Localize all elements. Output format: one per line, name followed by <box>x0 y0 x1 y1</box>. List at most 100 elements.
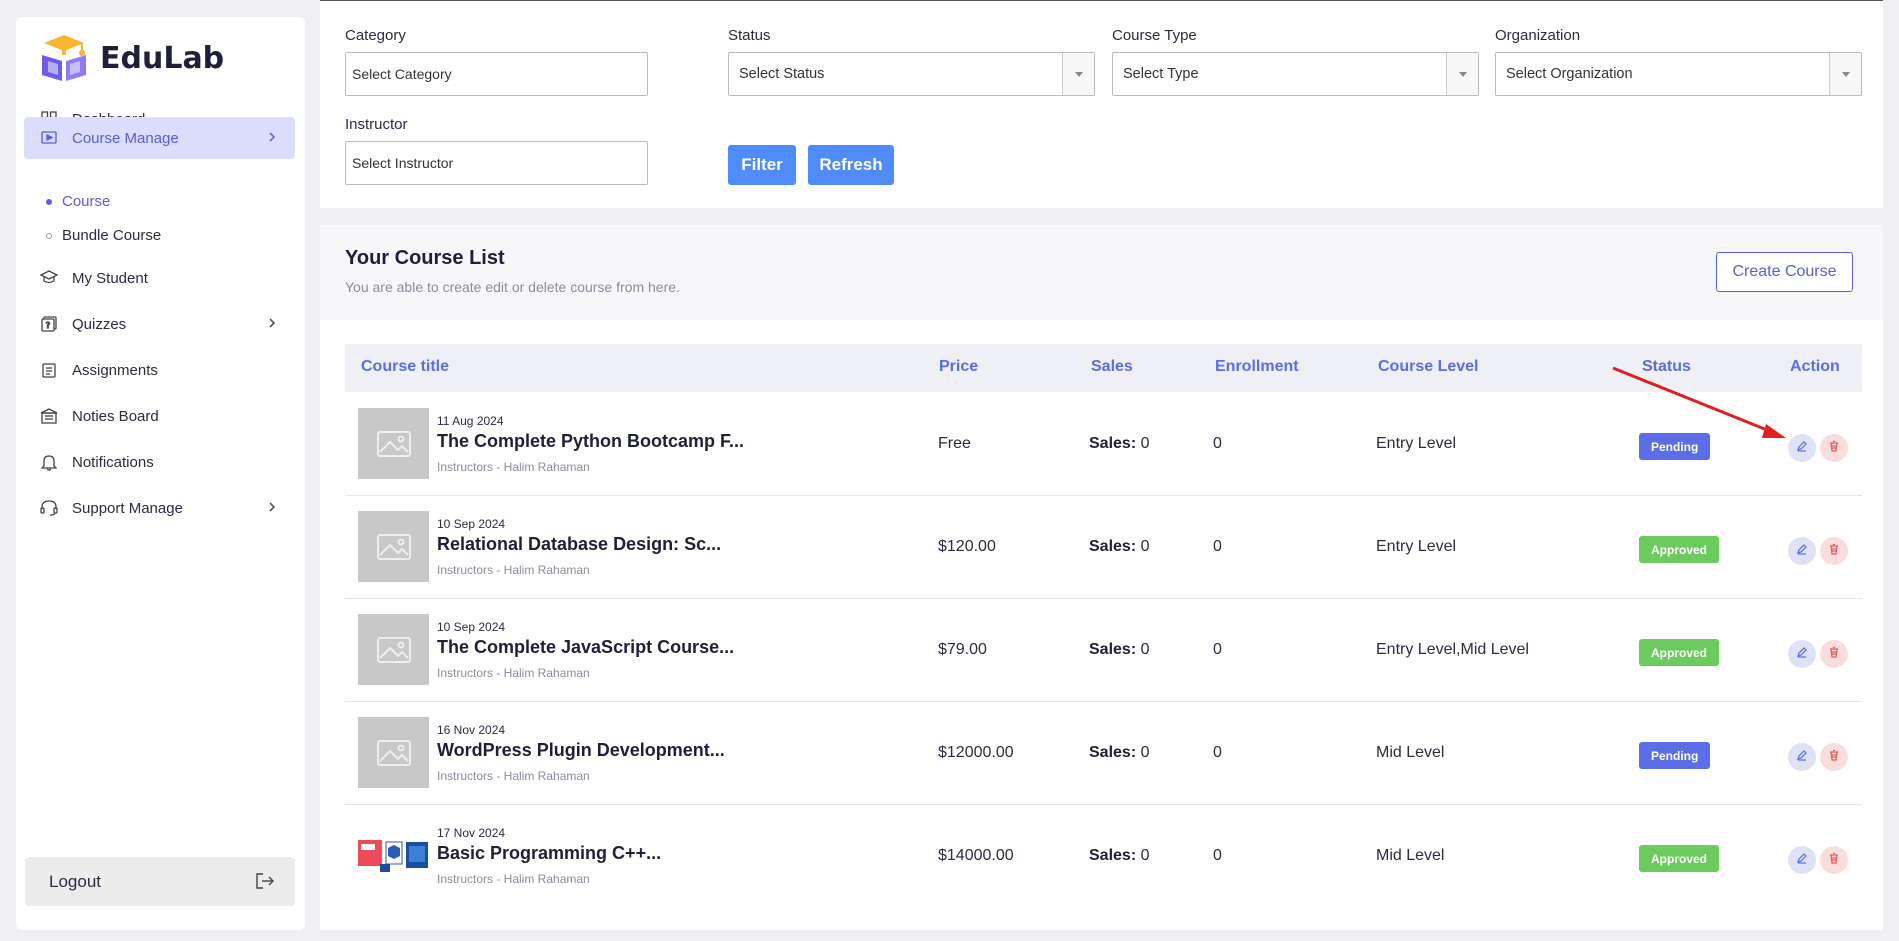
sidebar-item-support-manage[interactable]: Support Manage <box>24 487 295 529</box>
course-title-link[interactable]: The Complete JavaScript Course... <box>437 637 734 658</box>
course-title-link[interactable]: WordPress Plugin Development... <box>437 740 725 761</box>
course-date: 17 Nov 2024 <box>437 826 506 840</box>
course-list-subtitle: You are able to create edit or delete co… <box>345 279 680 295</box>
edit-pencil-icon <box>1796 439 1808 457</box>
sidebar-item-my-student[interactable]: My Student <box>24 257 295 299</box>
edit-pencil-icon <box>1796 851 1808 869</box>
course-list-panel: Your Course List You are able to create … <box>320 225 1883 930</box>
trash-icon <box>1828 645 1840 663</box>
edit-pencil-icon <box>1796 542 1808 560</box>
course-list-title: Your Course List <box>345 247 505 269</box>
sidebar-item-noties-board[interactable]: Noties Board <box>24 395 295 437</box>
sidebar-item-assignments[interactable]: Assignments <box>24 349 295 391</box>
status-select-value: Select Status <box>739 66 825 82</box>
course-level: Entry Level,Mid Level <box>1376 641 1529 658</box>
course-type-select-value: Select Type <box>1123 66 1199 82</box>
column-header-price[interactable]: Price <box>939 358 978 376</box>
course-type-label: Course Type <box>1112 27 1197 44</box>
edit-button[interactable] <box>1788 537 1816 565</box>
course-level: Mid Level <box>1376 744 1445 761</box>
bell-icon <box>40 453 58 471</box>
course-thumbnail-image-icon[interactable] <box>358 717 429 788</box>
status-select[interactable]: Select Status <box>728 52 1095 96</box>
headset-icon <box>40 499 58 517</box>
course-enrollment: 0 <box>1213 641 1222 658</box>
edit-button[interactable] <box>1788 743 1816 771</box>
brand[interactable]: EduLab <box>38 33 224 83</box>
sidebar-item-course-manage[interactable]: Course Manage <box>24 117 295 159</box>
course-thumbnail-image-icon[interactable] <box>358 511 429 582</box>
cpp-course-thumbnail-icon[interactable] <box>358 820 429 891</box>
table-row: 17 Nov 2024 Basic Programming C++... Ins… <box>345 805 1862 908</box>
logout-button[interactable]: Logout <box>25 857 295 906</box>
course-instructor: Instructors - Halim Rahaman <box>437 872 590 886</box>
organization-select-value: Select Organization <box>1506 66 1633 82</box>
course-enrollment: 0 <box>1213 847 1222 864</box>
sidebar-subitem-label: Bundle Course <box>62 227 162 244</box>
course-instructor: Instructors - Halim Rahaman <box>437 460 590 474</box>
course-price: $12000.00 <box>938 744 1014 761</box>
column-header-status[interactable]: Status <box>1642 358 1691 376</box>
sidebar-item-notifications[interactable]: Notifications <box>24 441 295 483</box>
course-enrollment: 0 <box>1213 538 1222 555</box>
sales-value: 0 <box>1140 847 1150 864</box>
refresh-button[interactable]: Refresh <box>808 145 894 185</box>
course-price: $120.00 <box>938 538 996 555</box>
sales-prefix: Sales: <box>1089 847 1137 864</box>
sidebar-subitem-bundle-course[interactable]: Bundle Course <box>46 227 161 244</box>
category-label: Category <box>345 27 406 44</box>
edit-pencil-icon <box>1796 645 1808 663</box>
delete-button[interactable] <box>1820 743 1848 771</box>
logout-label: Logout <box>49 871 101 891</box>
sidebar-subitem-course[interactable]: Course <box>46 193 110 210</box>
course-thumbnail-image-icon[interactable] <box>358 614 429 685</box>
edit-button[interactable] <box>1788 846 1816 874</box>
course-sales: Sales: 0 <box>1089 847 1150 865</box>
course-title-link[interactable]: The Complete Python Bootcamp F... <box>437 431 744 452</box>
create-course-button[interactable]: Create Course <box>1716 252 1853 292</box>
column-header-course-title[interactable]: Course title <box>361 358 449 376</box>
caret-down-icon <box>1446 53 1478 95</box>
edulab-logo-icon <box>38 33 90 83</box>
chevron-right-icon <box>267 316 277 333</box>
sidebar-item-label: Support Manage <box>72 499 183 517</box>
course-thumbnail-image-icon[interactable] <box>358 408 429 479</box>
filter-panel: Category Select Category Status Select S… <box>320 0 1883 208</box>
sales-value: 0 <box>1140 538 1150 555</box>
course-instructor: Instructors - Halim Rahaman <box>437 563 590 577</box>
sidebar-item-quizzes[interactable]: ? Quizzes <box>24 303 295 345</box>
column-header-enrollment[interactable]: Enrollment <box>1215 358 1299 376</box>
sales-value: 0 <box>1140 435 1150 452</box>
sidebar-item-label: Course Manage <box>72 129 179 147</box>
course-sales: Sales: 0 <box>1089 435 1150 453</box>
course-list-header: Your Course List You are able to create … <box>320 225 1883 320</box>
status-badge: Approved <box>1639 639 1720 666</box>
sales-value: 0 <box>1140 744 1150 761</box>
delete-button[interactable] <box>1820 537 1848 565</box>
status-label: Status <box>728 27 771 44</box>
trash-icon <box>1828 748 1840 766</box>
organization-label: Organization <box>1495 27 1581 44</box>
organization-select[interactable]: Select Organization <box>1495 52 1862 96</box>
caret-down-icon <box>1829 53 1861 95</box>
course-title-link[interactable]: Basic Programming C++... <box>437 843 661 864</box>
delete-button[interactable] <box>1820 434 1848 462</box>
column-header-sales[interactable]: Sales <box>1091 358 1133 376</box>
course-price: Free <box>938 435 971 452</box>
course-title-link[interactable]: Relational Database Design: Sc... <box>437 534 721 555</box>
column-header-course-level[interactable]: Course Level <box>1378 358 1478 376</box>
filter-button[interactable]: Filter <box>728 145 796 185</box>
table-header: Course title Price Sales Enrollment Cour… <box>345 344 1862 392</box>
category-input[interactable]: Select Category <box>345 52 648 96</box>
instructor-input[interactable]: Select Instructor <box>345 141 648 185</box>
edit-pencil-icon <box>1796 748 1808 766</box>
quiz-icon: ? <box>40 315 58 333</box>
course-type-select[interactable]: Select Type <box>1112 52 1479 96</box>
edit-button[interactable] <box>1788 434 1816 462</box>
delete-button[interactable] <box>1820 640 1848 668</box>
course-level: Entry Level <box>1376 538 1457 555</box>
edit-button[interactable] <box>1788 640 1816 668</box>
sidebar-item-label: Notifications <box>72 453 154 471</box>
delete-button[interactable] <box>1820 846 1848 874</box>
status-badge: Approved <box>1639 536 1720 563</box>
